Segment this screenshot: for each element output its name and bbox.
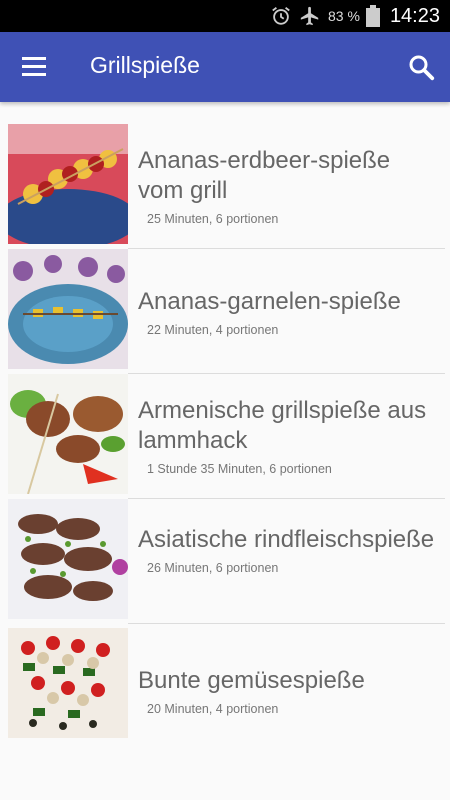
recipe-meta: 25 Minuten, 6 portionen	[147, 212, 279, 226]
app-bar: Grillspieße	[0, 32, 450, 102]
recipe-title: Armenische grillspieße aus lammhack	[138, 397, 427, 454]
recipe-title: Ananas-garnelen-spieße	[138, 288, 401, 315]
recipe-thumbnail	[8, 628, 128, 738]
recipe-item[interactable]: Bunte gemüsespieße 20 Minuten, 4 portion…	[0, 624, 450, 739]
recipe-meta: 1 Stunde 35 Minuten, 6 portionen	[147, 462, 332, 476]
page-title: Grillspieße	[90, 52, 200, 78]
recipe-item[interactable]: Ananas-erdbeer-spieße vom grill 25 Minut…	[0, 124, 450, 249]
recipe-meta: 22 Minuten, 4 portionen	[147, 323, 279, 337]
recipe-meta: 20 Minuten, 4 portionen	[147, 702, 279, 716]
battery-icon	[365, 5, 380, 27]
recipe-item[interactable]: Asiatische rindfleischspieße 26 Minuten,…	[0, 499, 450, 624]
recipe-thumbnail	[8, 124, 128, 244]
recipe-meta: 26 Minuten, 6 portionen	[147, 561, 279, 575]
clock: 14:23	[389, 4, 440, 27]
recipe-item[interactable]: Ananas-garnelen-spieße 22 Minuten, 4 por…	[0, 249, 450, 374]
battery-percentage: 83 %	[328, 8, 360, 24]
recipe-thumbnail	[8, 499, 128, 619]
recipe-title: Asiatische rindfleischspieße	[138, 526, 435, 553]
search-icon[interactable]	[406, 52, 436, 82]
alarm-icon	[270, 5, 292, 27]
status-bar: 83 % 14:23	[0, 0, 450, 32]
recipe-thumbnail	[8, 249, 128, 369]
airplane-mode-icon	[298, 5, 322, 27]
recipe-thumbnail	[8, 374, 128, 494]
recipe-item[interactable]: Armenische grillspieße aus lammhack 1 St…	[0, 374, 450, 499]
recipe-title: Bunte gemüsespieße	[138, 667, 365, 694]
recipe-title: Ananas-erdbeer-spieße vom grill	[138, 147, 391, 204]
hamburger-menu-icon[interactable]	[18, 53, 52, 81]
